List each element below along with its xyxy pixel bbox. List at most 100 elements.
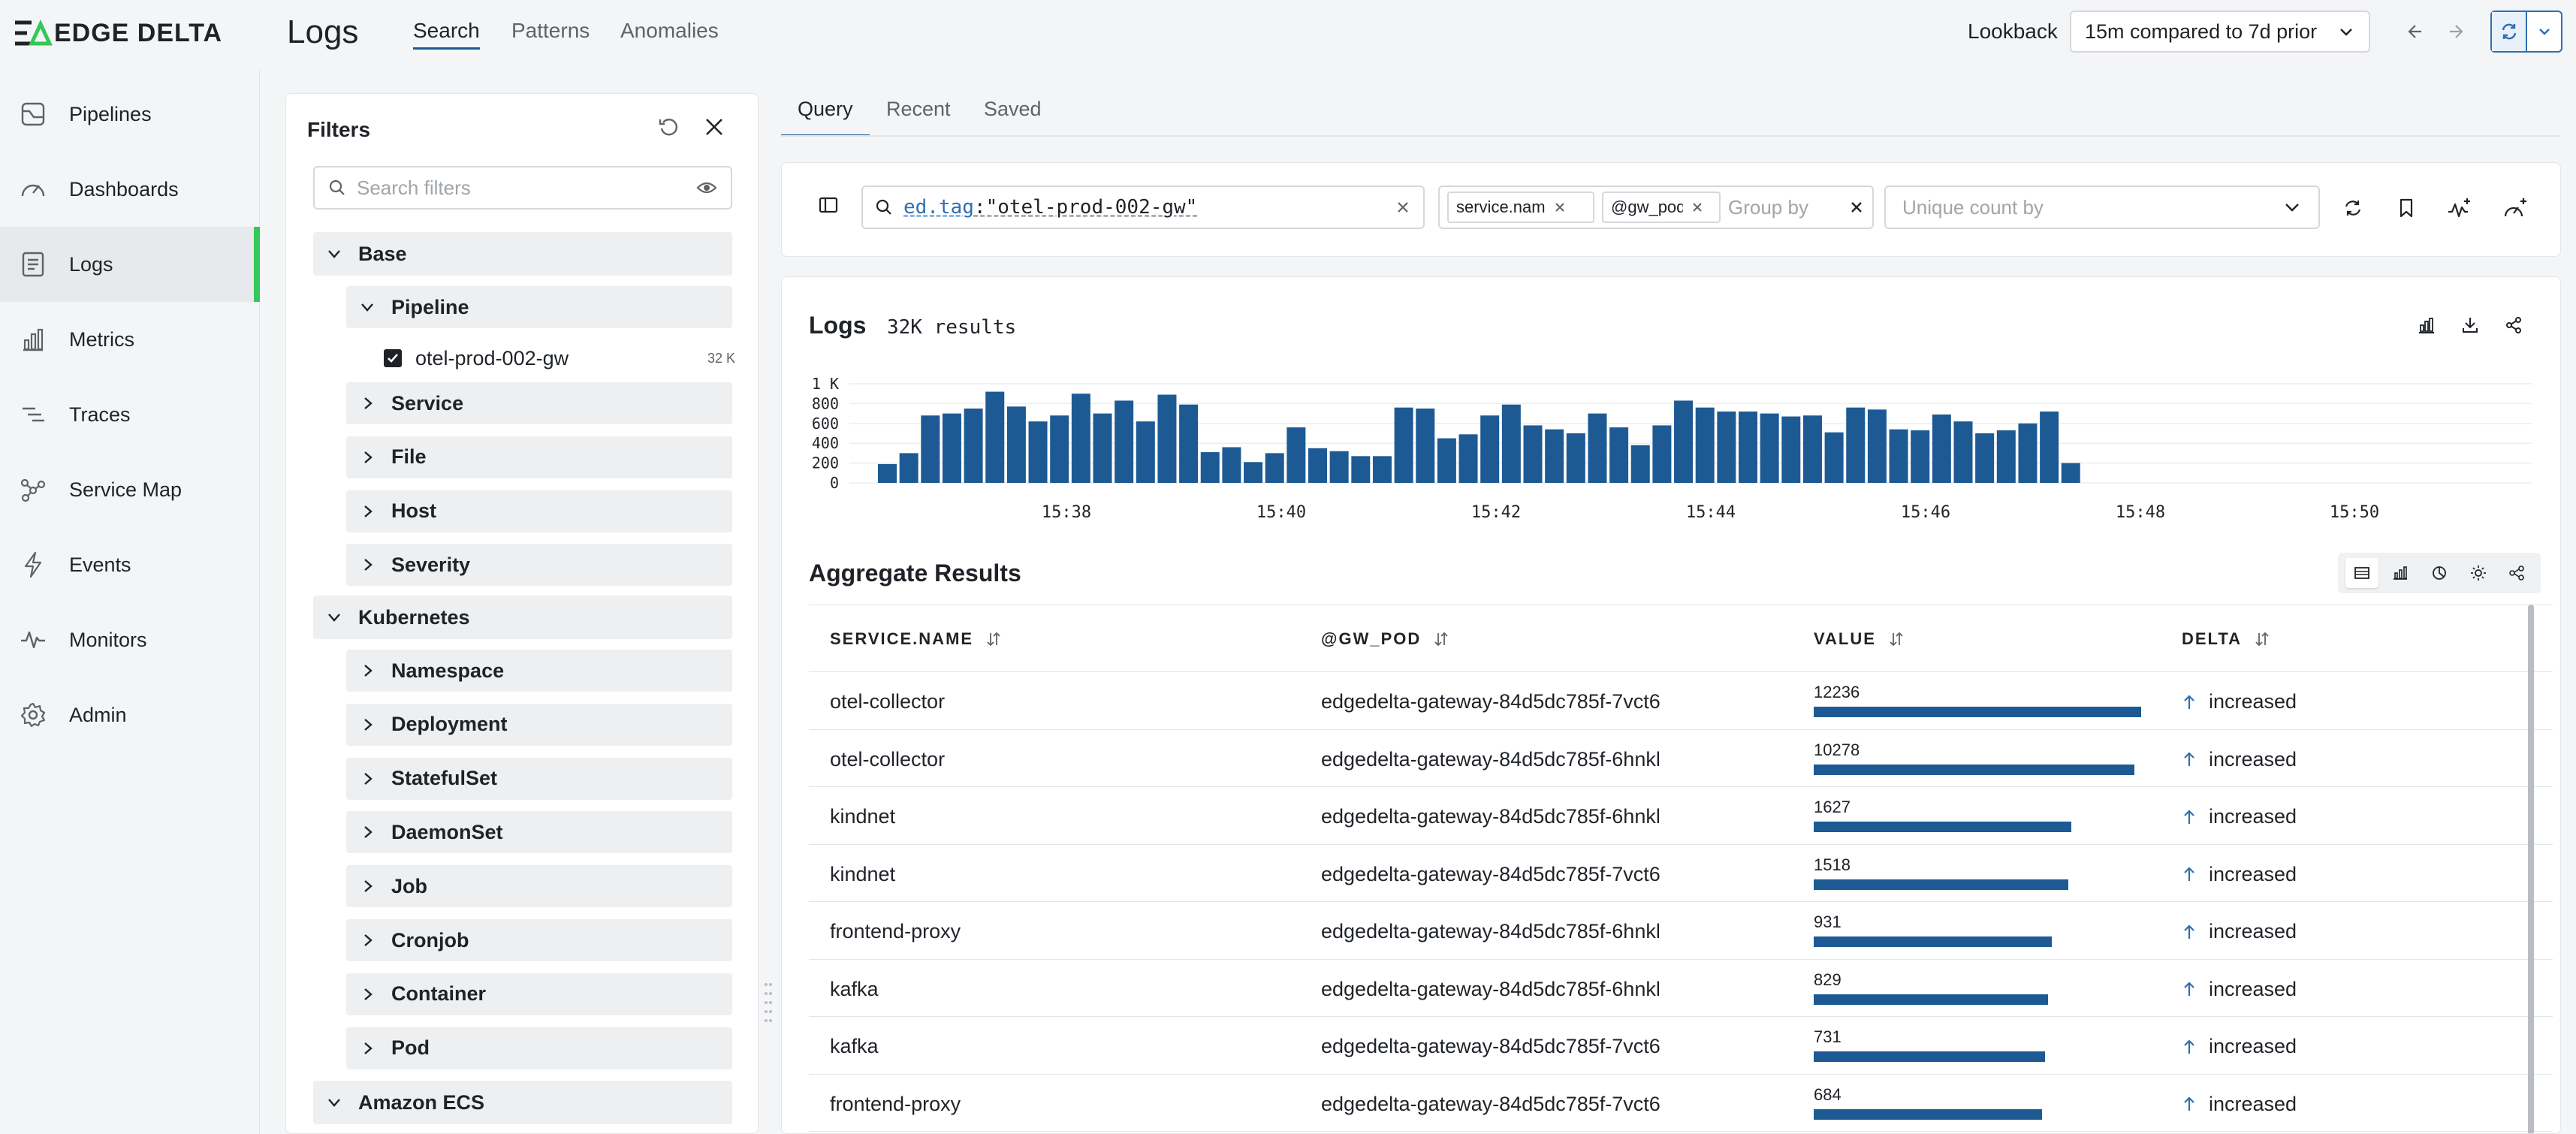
filter-group-namespace[interactable]: Namespace — [346, 650, 732, 692]
filter-search-input[interactable] — [357, 176, 686, 200]
histogram-bar[interactable] — [964, 409, 983, 483]
group-by-field[interactable]: service.nam @gw_pod Group by — [1438, 185, 1874, 229]
table-row[interactable]: otel-collector edgedelta-gateway-84d5dc78… — [809, 672, 2553, 730]
histogram-bar[interactable] — [1975, 433, 1995, 483]
filter-group-cronjob[interactable]: Cronjob — [346, 919, 732, 961]
table-row[interactable]: kafka edgedelta-gateway-84d5dc785f-6hnkl 8… — [809, 960, 2553, 1017]
sidebar-item-pipelines[interactable]: Pipelines — [0, 77, 260, 152]
histogram-bar[interactable] — [1179, 404, 1199, 483]
bookmark-icon[interactable] — [2391, 193, 2421, 223]
histogram-bar[interactable] — [1458, 434, 1478, 483]
histogram-bar[interactable] — [1480, 415, 1500, 483]
histogram-bar[interactable] — [1329, 451, 1349, 483]
column-header-delta[interactable]: DELTA — [2182, 629, 2270, 649]
histogram-bar[interactable] — [2040, 411, 2059, 483]
refresh-options-button[interactable] — [2527, 12, 2561, 51]
histogram-bar[interactable] — [1071, 394, 1090, 483]
table-scrollbar[interactable] — [2528, 605, 2534, 1133]
pie-chart-view-icon[interactable] — [2423, 558, 2456, 588]
sidebar-item-events[interactable]: Events — [0, 527, 260, 602]
histogram-bar[interactable] — [1222, 447, 1241, 483]
chart-type-icon[interactable] — [2413, 312, 2440, 339]
filter-group-base[interactable]: Base — [313, 232, 732, 276]
histogram-bar[interactable] — [1802, 415, 1822, 483]
sidebar-item-service-map[interactable]: Service Map — [0, 452, 260, 527]
filter-group-kubernetes[interactable]: Kubernetes — [313, 596, 732, 639]
column-header-service-name[interactable]: SERVICE.NAME — [830, 629, 1002, 649]
histogram-bar[interactable] — [1867, 409, 1887, 483]
histogram-bar[interactable] — [1394, 407, 1413, 483]
filter-group-pipeline[interactable]: Pipeline — [346, 286, 732, 328]
sidebar-item-traces[interactable]: Traces — [0, 377, 260, 452]
add-to-dashboard-icon[interactable] — [2500, 193, 2530, 223]
histogram-bar[interactable] — [1652, 425, 1672, 483]
histogram-bar[interactable] — [985, 391, 1005, 483]
back-arrow-icon[interactable] — [2399, 17, 2429, 47]
histogram-bar[interactable] — [1416, 409, 1435, 483]
histogram-bar[interactable] — [1889, 429, 1908, 483]
reset-icon[interactable] — [656, 115, 680, 139]
tab-patterns[interactable]: Patterns — [511, 19, 590, 47]
histogram-bar[interactable] — [921, 415, 940, 483]
histogram-bar[interactable] — [1846, 407, 1866, 483]
table-row[interactable]: frontend-proxy edgedelta-gateway-84d5dc78… — [809, 1075, 2553, 1132]
sidebar-item-monitors[interactable]: Monitors — [0, 602, 260, 677]
histogram-bar[interactable] — [878, 463, 897, 483]
eye-icon[interactable] — [696, 179, 717, 197]
table-view-icon[interactable] — [2345, 558, 2378, 588]
filter-group-severity[interactable]: Severity — [346, 544, 732, 587]
histogram-bar[interactable] — [1028, 421, 1048, 483]
sort-icon[interactable] — [1888, 631, 1905, 647]
filter-group-pod[interactable]: Pod — [346, 1027, 732, 1069]
download-icon[interactable] — [2457, 312, 2484, 339]
share-icon[interactable] — [2500, 312, 2527, 339]
hexagon-view-icon[interactable] — [2462, 558, 2495, 588]
filter-group-service[interactable]: Service — [346, 382, 732, 424]
filter-group-statefulset[interactable]: StatefulSet — [346, 757, 732, 800]
histogram-bar[interactable] — [1093, 413, 1112, 483]
histogram-bar[interactable] — [942, 413, 961, 483]
histogram-bar[interactable] — [1911, 430, 1930, 483]
histogram-bar[interactable] — [2061, 463, 2080, 483]
table-row[interactable]: kafka edgedelta-gateway-84d5dc785f-7vct6 7… — [809, 1017, 2553, 1075]
tab-saved[interactable]: Saved — [967, 98, 1058, 137]
edge-delta-logo[interactable]: EDGE DELTA — [14, 18, 222, 48]
group-by-chip[interactable]: @gw_pod — [1602, 192, 1721, 223]
histogram-bar[interactable] — [1115, 400, 1134, 483]
table-row[interactable]: kindnet edgedelta-gateway-84d5dc785f-7vct… — [809, 845, 2553, 902]
sidebar-item-admin[interactable]: Admin — [0, 677, 260, 752]
histogram-bar[interactable] — [1351, 456, 1371, 483]
histogram-bar[interactable] — [1674, 400, 1694, 483]
histogram-bar[interactable] — [1136, 421, 1155, 483]
checkbox-checked-icon[interactable] — [384, 349, 402, 367]
histogram-bar[interactable] — [1265, 453, 1284, 483]
histogram-bar[interactable] — [1200, 452, 1220, 483]
add-monitor-icon[interactable] — [2445, 193, 2475, 223]
histogram-bar[interactable] — [1996, 430, 2016, 483]
histogram-bar[interactable] — [1717, 411, 1736, 483]
histogram-bar[interactable] — [2018, 423, 2038, 483]
clear-icon[interactable] — [1395, 199, 1411, 216]
service-map-view-icon[interactable] — [2500, 558, 2533, 588]
histogram-bar[interactable] — [1437, 438, 1456, 483]
histogram-bar[interactable] — [1157, 394, 1177, 483]
histogram-bar[interactable] — [1739, 411, 1757, 483]
histogram-bar[interactable] — [1609, 427, 1629, 483]
histogram-bar[interactable] — [1523, 425, 1543, 483]
histogram-bar[interactable] — [1932, 414, 1951, 483]
histogram-bar[interactable] — [1286, 427, 1306, 483]
remove-chip-icon[interactable] — [1691, 201, 1704, 214]
histogram-bar[interactable] — [1588, 413, 1607, 483]
group-by-chip[interactable]: service.nam — [1447, 192, 1594, 223]
lookback-select[interactable]: 15m compared to 7d prior — [2070, 11, 2370, 53]
table-row[interactable]: frontend-proxy edgedelta-gateway-84d5dc78… — [809, 902, 2553, 960]
tab-anomalies[interactable]: Anomalies — [620, 19, 719, 47]
unique-count-select[interactable]: Unique count by — [1884, 185, 2320, 229]
column-header-gw-pod[interactable]: @GW_POD — [1321, 629, 1449, 649]
tab-query[interactable]: Query — [781, 98, 870, 137]
histogram-bar[interactable] — [1760, 413, 1779, 483]
tab-search[interactable]: Search — [413, 19, 480, 50]
forward-arrow-icon[interactable] — [2442, 17, 2472, 47]
filter-group-file[interactable]: File — [346, 436, 732, 478]
close-icon[interactable] — [702, 115, 726, 139]
